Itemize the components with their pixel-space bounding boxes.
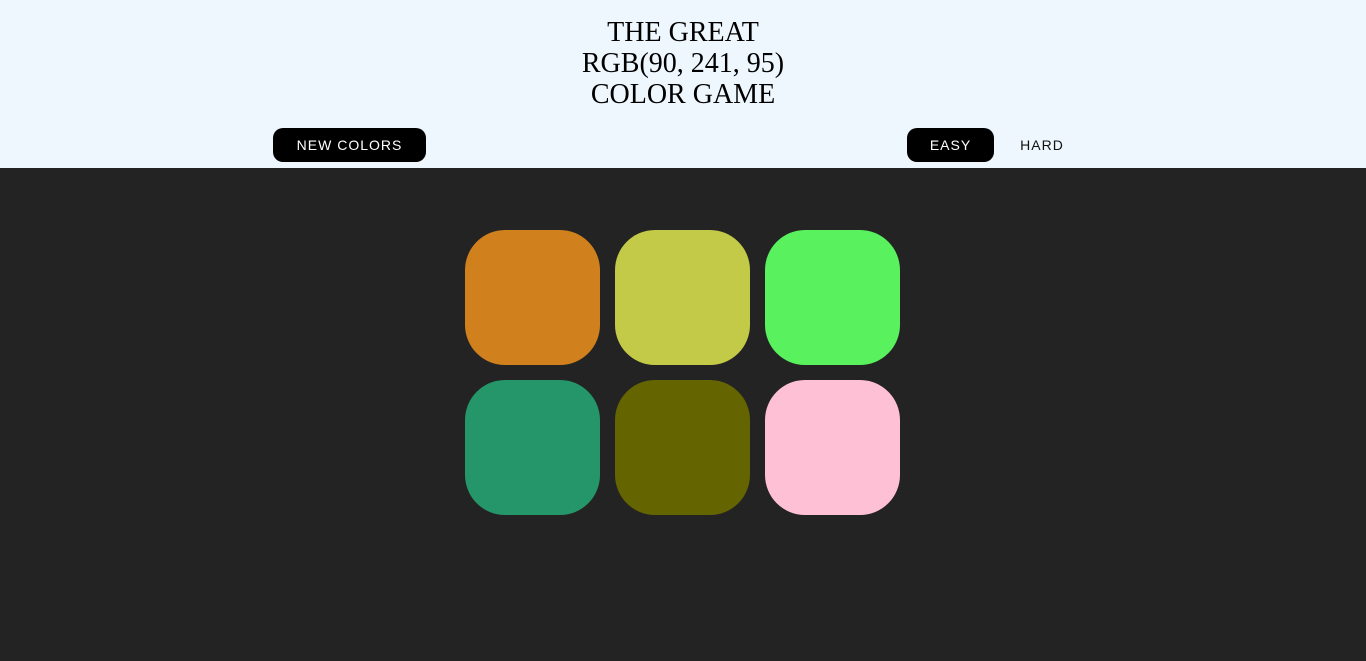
easy-mode-button[interactable]: EASY [907, 128, 994, 162]
hard-mode-button[interactable]: HARD [1000, 128, 1084, 162]
control-bar: NEW COLORS EASY HARD [0, 128, 1366, 162]
new-colors-button[interactable]: NEW COLORS [273, 128, 426, 162]
color-square[interactable] [615, 380, 750, 515]
title-line-3: COLOR GAME [590, 79, 776, 110]
color-square[interactable] [615, 230, 750, 365]
header: THE GREAT RGB(90, 241, 95) COLOR GAME NE… [0, 0, 1366, 168]
title-line-1: THE GREAT [607, 17, 759, 48]
target-color-display: RGB(90, 241, 95) [581, 48, 785, 79]
color-square[interactable] [465, 230, 600, 365]
color-square[interactable] [765, 230, 900, 365]
color-square[interactable] [465, 380, 600, 515]
game-title: THE GREAT RGB(90, 241, 95) COLOR GAME [0, 17, 1366, 110]
color-square[interactable] [765, 380, 900, 515]
color-board [465, 230, 900, 515]
